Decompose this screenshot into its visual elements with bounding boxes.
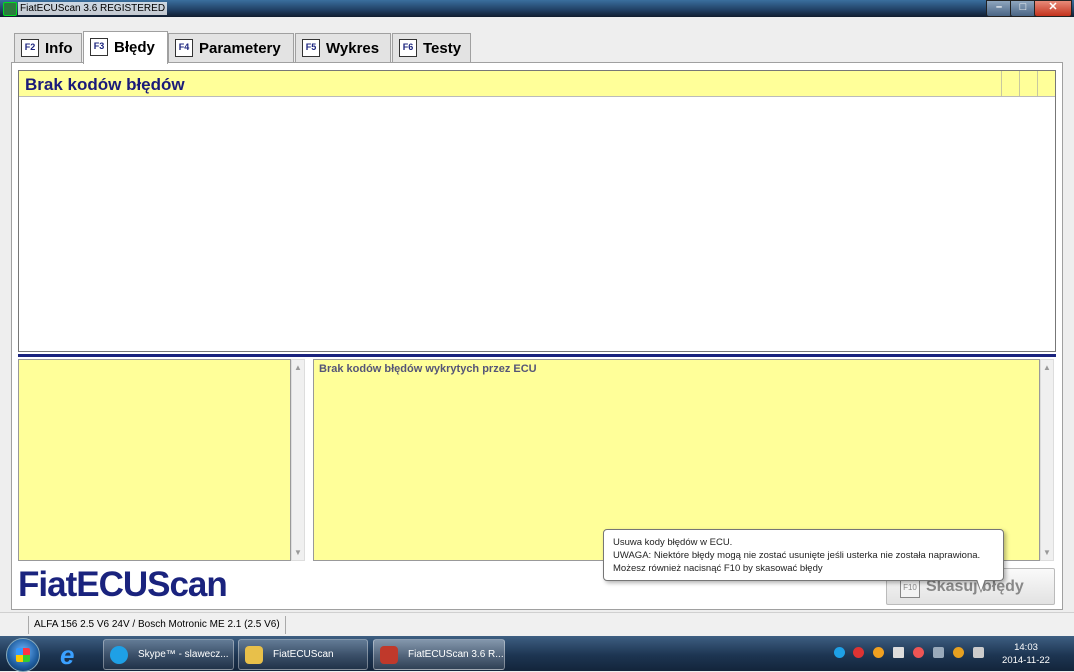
- column-header[interactable]: [1037, 71, 1054, 96]
- tooltip-line: Możesz również nacisnąć F10 by skasować …: [613, 563, 823, 574]
- fiatecuscan-logo: FiatECUScan: [18, 565, 228, 604]
- app-icon: [3, 2, 17, 16]
- fiatecuscan-app-icon: [380, 646, 398, 664]
- scroll-down-icon[interactable]: ▼: [294, 548, 302, 557]
- clear-errors-tooltip: Usuwa kody błędów w ECU. UWAGA: Niektóre…: [603, 529, 1004, 593]
- clock-time: 14:03: [1014, 642, 1038, 653]
- taskbar-item-fiatecuscan[interactable]: FiatECUScan 3.6 R...: [373, 639, 505, 670]
- clock-date: 2014-11-22: [1002, 655, 1050, 666]
- f5-key-icon: F5: [302, 39, 320, 57]
- tab-parametery[interactable]: F4 Parametery: [168, 33, 294, 62]
- tooltip-line: Usuwa kody błędów w ECU.: [613, 537, 733, 548]
- taskbar-item-folder[interactable]: FiatECUScan: [238, 639, 368, 670]
- scroll-down-icon[interactable]: ▼: [1043, 548, 1051, 557]
- taskbar-item-label: FiatECUScan 3.6 R...: [408, 649, 504, 660]
- f6-key-icon: F6: [399, 39, 417, 57]
- f4-key-icon: F4: [175, 39, 193, 57]
- flag-tray-icon[interactable]: [893, 647, 904, 658]
- f2-key-icon: F2: [21, 39, 39, 57]
- network-tray-icon[interactable]: [933, 647, 944, 658]
- error-code-list-header: Brak kodów błędów: [19, 71, 1055, 97]
- scroll-up-icon[interactable]: ▲: [1043, 363, 1051, 372]
- tab-bledy[interactable]: F3 Błędy: [83, 31, 168, 64]
- skype-icon: [110, 646, 128, 664]
- tab-wykres-label: Wykres: [326, 40, 380, 57]
- tab-info[interactable]: F2 Info: [14, 33, 82, 62]
- status-bar: ALFA 156 2.5 V6 24V / Bosch Motronic ME …: [0, 612, 1074, 637]
- start-button[interactable]: [6, 638, 40, 672]
- column-header[interactable]: [1019, 71, 1036, 96]
- antivirus-tray-icon[interactable]: [853, 647, 864, 658]
- tab-wykres[interactable]: F5 Wykres: [295, 33, 391, 62]
- minimize-button[interactable]: –: [986, 0, 1012, 17]
- windows-logo-icon: [16, 648, 30, 662]
- tab-info-label: Info: [45, 40, 73, 57]
- system-clock[interactable]: 14:03 2014-11-22: [1002, 641, 1050, 667]
- update-tray-icon[interactable]: [873, 647, 884, 658]
- tab-parametery-label: Parametery: [199, 40, 281, 57]
- f10-key-icon: F10: [900, 579, 920, 598]
- taskbar-item-label: FiatECUScan: [273, 649, 334, 660]
- title-bar: FiatECUScan 3.6 REGISTERED: [0, 0, 1074, 17]
- power-tray-icon[interactable]: [953, 647, 964, 658]
- internet-explorer-icon[interactable]: e: [60, 640, 74, 671]
- taskbar-item-skype[interactable]: Skype™ - slawecz...: [103, 639, 234, 670]
- left-pane-scrollbar[interactable]: ▲ ▼: [291, 359, 305, 561]
- tooltip-warning-line: UWAGA: Niektóre błędy mogą nie zostać us…: [613, 550, 981, 561]
- error-code-list[interactable]: [18, 70, 1056, 352]
- right-pane-scrollbar[interactable]: ▲ ▼: [1040, 359, 1054, 561]
- window-title: FiatECUScan 3.6 REGISTERED: [18, 2, 168, 15]
- tooltip-tail-fill: [977, 579, 985, 591]
- tab-bledy-label: Błędy: [114, 39, 155, 56]
- alert-tray-icon[interactable]: [913, 647, 924, 658]
- error-detail-left-pane[interactable]: [18, 359, 291, 561]
- close-button[interactable]: ✕: [1034, 0, 1072, 17]
- tab-testy-label: Testy: [423, 40, 462, 57]
- scroll-up-icon[interactable]: ▲: [294, 363, 302, 372]
- vehicle-ecu-status: ALFA 156 2.5 V6 24V / Bosch Motronic ME …: [28, 616, 286, 634]
- skype-tray-icon[interactable]: [834, 647, 845, 658]
- maximize-button[interactable]: □: [1010, 0, 1036, 17]
- ecu-status-message: Brak kodów błędów wykrytych przez ECU: [319, 363, 537, 375]
- no-error-codes-label: Brak kodów błędów: [25, 75, 185, 94]
- folder-icon: [245, 646, 263, 664]
- f3-key-icon: F3: [90, 38, 108, 56]
- taskbar-item-label: Skype™ - slawecz...: [138, 649, 229, 660]
- volume-tray-icon[interactable]: [973, 647, 984, 658]
- column-header[interactable]: [1001, 71, 1018, 96]
- splitter[interactable]: [18, 354, 1056, 357]
- tab-testy[interactable]: F6 Testy: [392, 33, 471, 62]
